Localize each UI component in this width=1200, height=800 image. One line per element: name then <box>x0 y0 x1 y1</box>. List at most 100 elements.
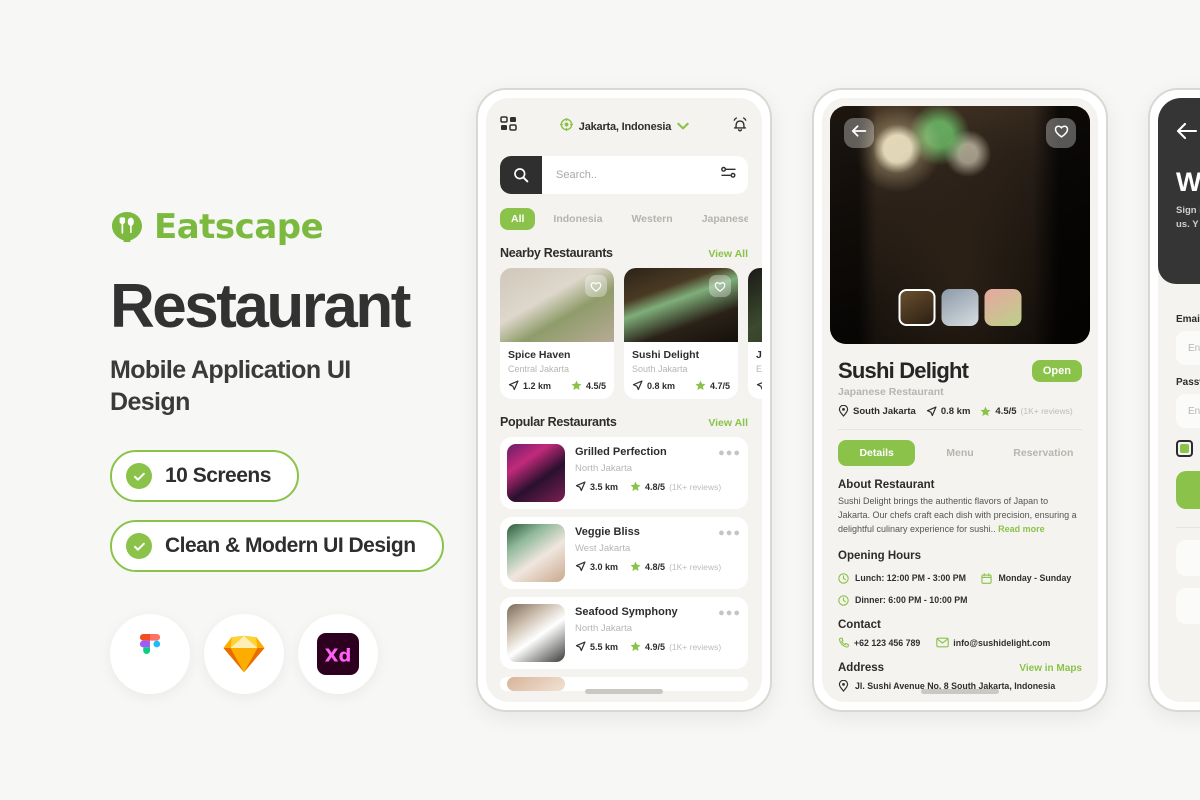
opening-hours-times: Lunch: 12:00 PM - 3:00 PM Dinner: 6:00 P… <box>838 567 967 606</box>
design-tool-logos: Xd <box>110 614 490 695</box>
review-count: (1K+ reviews) <box>669 641 722 652</box>
distance-value: 3.0 km <box>590 561 619 572</box>
view-in-maps-link[interactable]: View in Maps <box>1019 663 1082 674</box>
about-text: Sushi Delight brings the authentic flavo… <box>838 495 1082 537</box>
search-icon[interactable] <box>500 156 542 194</box>
list-item-meta: 5.5 km 4.9/5 (1K+ reviews) <box>575 641 741 652</box>
chip-indonesia[interactable]: Indonesia <box>542 208 613 230</box>
list-item[interactable]: Grilled Perfection ●●● North Jakarta 3.5… <box>500 437 748 509</box>
favorite-button[interactable] <box>1046 118 1076 148</box>
distance-value: 5.5 km <box>590 641 619 652</box>
list-item-body: Grilled Perfection ●●● North Jakarta 3.5… <box>575 444 741 502</box>
chip-japanese[interactable]: Japanese <box>691 208 748 230</box>
read-more-link[interactable]: Read more <box>998 524 1045 534</box>
hero-thumbnail-strip[interactable] <box>898 289 1022 326</box>
filter-sliders-icon[interactable] <box>721 166 736 184</box>
nearby-view-all-link[interactable]: View All <box>708 248 748 260</box>
tab-details[interactable]: Details <box>838 440 916 466</box>
remember-me-checkbox[interactable] <box>1176 440 1193 457</box>
remember-me-row[interactable] <box>1176 440 1200 457</box>
distance-group: 5.5 km <box>575 641 618 652</box>
rating-value: 4.9/5 <box>645 641 666 652</box>
rating-value: 4.8/5 <box>645 481 666 492</box>
nearby-card[interactable]: Spice Haven Central Jakarta 1.2 km 4.5/5 <box>500 268 614 399</box>
review-count: (1K+ reviews) <box>669 481 722 492</box>
email-group[interactable]: info@sushidelight.com <box>936 637 1050 648</box>
distance-value: 1.2 km <box>523 380 552 391</box>
heart-outline-icon[interactable] <box>709 275 731 297</box>
envelope-icon <box>936 637 950 648</box>
feature-badge-label: 10 Screens <box>165 464 271 488</box>
back-button[interactable] <box>844 118 874 148</box>
grid-menu-icon[interactable] <box>500 116 517 138</box>
nearby-card[interactable]: Sushi Delight South Jakarta 0.8 km 4.7/5 <box>624 268 738 399</box>
adobe-xd-logo-badge: Xd <box>298 614 378 695</box>
restaurant-area: North Jakarta <box>575 463 633 474</box>
password-placeholder: Ent <box>1188 405 1200 417</box>
home-indicator <box>921 689 999 694</box>
hero-thumbnail[interactable] <box>898 289 936 326</box>
location-selector[interactable]: Jakarta, Indonesia <box>559 117 689 136</box>
password-field[interactable]: Ent <box>1176 394 1200 428</box>
more-horizontal-icon[interactable]: ●●● <box>718 606 741 619</box>
left-info-panel: Eatscape Restaurant Mobile Application U… <box>110 205 490 695</box>
list-item-topline: Seafood Symphony ●●● <box>575 606 741 619</box>
chip-western[interactable]: Western <box>620 208 683 230</box>
distance-group: 0.8 km <box>632 380 675 391</box>
tab-reservation[interactable]: Reservation <box>1005 440 1082 466</box>
restaurant-name: Jav <box>756 349 762 361</box>
navigate-icon <box>756 382 762 391</box>
distance-group <box>756 380 762 391</box>
more-horizontal-icon[interactable]: ●●● <box>718 446 741 459</box>
notification-bell-icon[interactable] <box>732 116 748 138</box>
home-top-bar: Jakarta, Indonesia <box>500 114 748 140</box>
nearby-restaurant-carousel[interactable]: Spice Haven Central Jakarta 1.2 km 4.5/5 <box>486 260 762 399</box>
home-screen: Jakarta, Indonesia Search.. All Indonesi… <box>486 98 762 702</box>
phone-group[interactable]: +62 123 456 789 <box>838 637 920 649</box>
opening-hours-grid: Lunch: 12:00 PM - 3:00 PM Dinner: 6:00 P… <box>838 567 1082 606</box>
restaurant-area: South Jakarta <box>853 405 916 417</box>
list-item-body: Veggie Bliss ●●● West Jakarta 3.0 km 4.8… <box>575 524 741 582</box>
list-item[interactable]: Veggie Bliss ●●● West Jakarta 3.0 km 4.8… <box>500 517 748 589</box>
sign-in-button[interactable] <box>1176 471 1200 509</box>
restaurant-name: Sushi Delight <box>632 349 700 361</box>
feature-badge-screens: 10 Screens <box>110 450 299 503</box>
nearby-card[interactable]: Jav Eas <box>748 268 762 399</box>
email-field[interactable]: Ent <box>1176 331 1200 365</box>
nearby-section-header: Nearby Restaurants View All <box>486 246 762 260</box>
more-horizontal-icon[interactable]: ●●● <box>718 526 741 539</box>
calendar-icon <box>981 573 993 584</box>
social-login-apple-button[interactable] <box>1176 588 1200 624</box>
restaurant-photo <box>507 604 565 662</box>
sketch-logo <box>223 636 265 673</box>
search-bar[interactable]: Search.. <box>500 156 748 194</box>
email-address: info@sushidelight.com <box>953 637 1051 648</box>
popular-section-header: Popular Restaurants View All <box>486 415 762 429</box>
restaurant-photo <box>507 524 565 582</box>
restaurant-photo <box>624 268 738 342</box>
distance-group: 3.5 km <box>575 481 618 492</box>
popular-view-all-link[interactable]: View All <box>708 417 748 429</box>
tab-menu[interactable]: Menu <box>921 440 998 466</box>
list-item-body: Seafood Symphony ●●● North Jakarta 5.5 k… <box>575 604 741 662</box>
restaurant-photo <box>748 268 762 342</box>
chip-all[interactable]: All <box>500 208 536 230</box>
heart-outline-icon[interactable] <box>585 275 607 297</box>
hero-thumbnail[interactable] <box>941 289 979 326</box>
about-section: About Restaurant Sushi Delight brings th… <box>838 479 1082 537</box>
restaurant-hero-image <box>830 106 1090 344</box>
address-header: Address View in Maps <box>838 662 1082 674</box>
address-title: Address <box>838 661 885 674</box>
hero-thumbnail[interactable] <box>984 289 1022 326</box>
arrow-left-icon[interactable] <box>1176 122 1198 144</box>
target-pin-icon <box>559 117 574 136</box>
search-input[interactable]: Search.. <box>542 156 748 194</box>
list-item[interactable]: Seafood Symphony ●●● North Jakarta 5.5 k… <box>500 597 748 669</box>
cuisine-filter-chips: All Indonesia Western Japanese Kore <box>500 208 748 230</box>
search-placeholder: Search.. <box>556 169 597 181</box>
distance-value: 0.8 km <box>940 405 971 417</box>
popular-restaurant-list: Grilled Perfection ●●● North Jakarta 3.5… <box>486 429 762 691</box>
review-count: (1K+ reviews) <box>1020 406 1073 416</box>
social-login-google-button[interactable] <box>1176 540 1200 576</box>
star-icon <box>980 406 991 416</box>
